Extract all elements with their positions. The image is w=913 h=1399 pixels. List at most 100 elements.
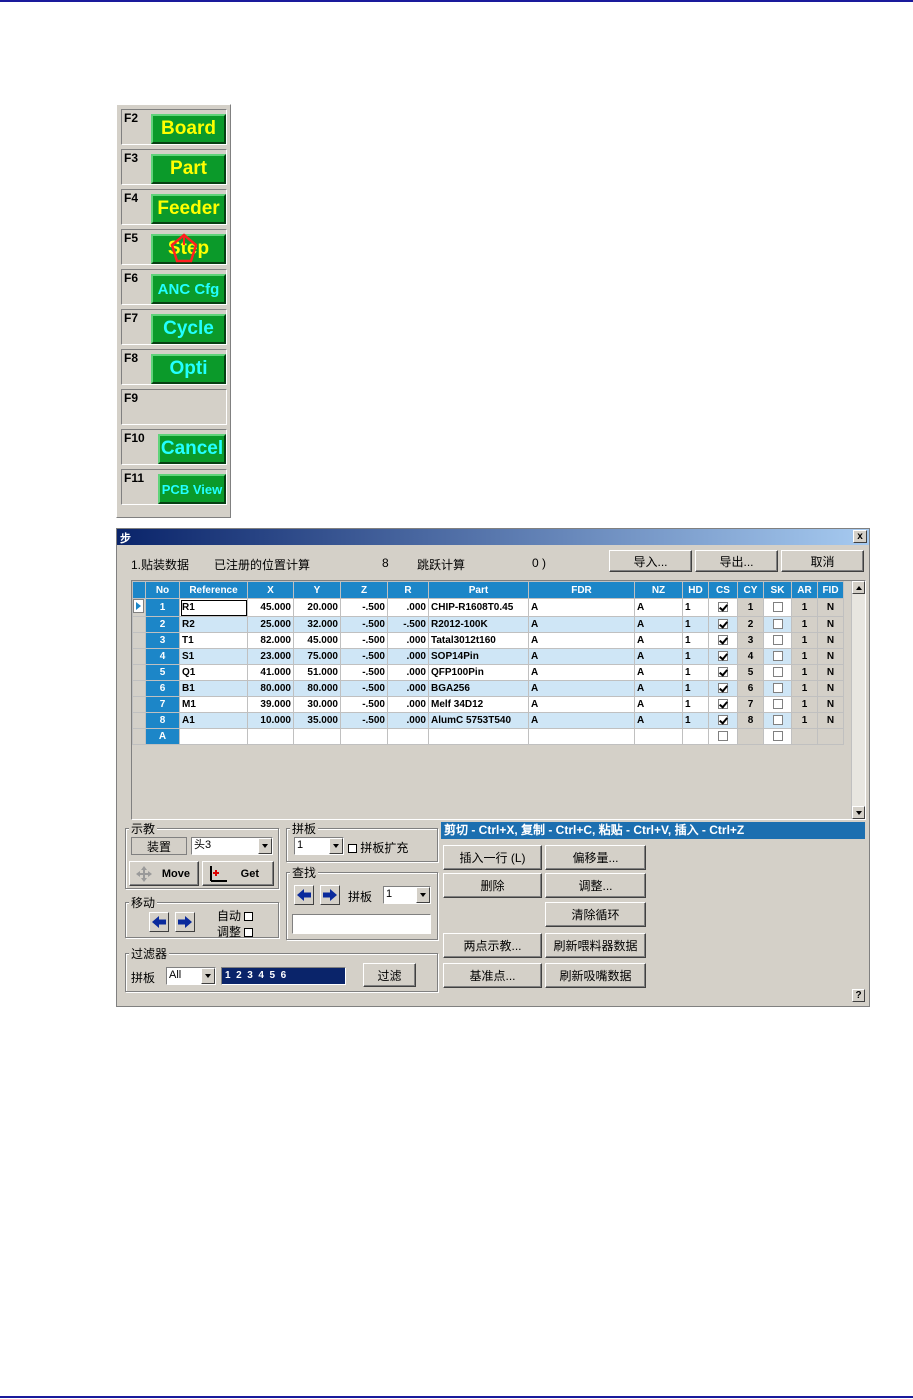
refresh-nozzle-button[interactable]: 刷新吸嘴数据 xyxy=(545,963,646,988)
column-header-reference[interactable]: Reference xyxy=(179,581,248,599)
cell-fdr[interactable]: A xyxy=(528,680,635,697)
auto-checkbox[interactable]: 自动 xyxy=(217,907,254,924)
row-indicator[interactable] xyxy=(132,664,146,681)
cell-hd[interactable]: 1 xyxy=(682,680,709,697)
cs-checkbox[interactable] xyxy=(718,667,728,678)
row-indicator[interactable] xyxy=(132,648,146,665)
cell-r[interactable]: .000 xyxy=(387,632,429,649)
cell-part[interactable]: QFP100Pin xyxy=(428,664,529,681)
table-row[interactable]: 4 S1 23.000 75.000 -.500.000 SOP14Pin A A 1 4 1 N xyxy=(132,648,844,665)
sk-checkbox[interactable] xyxy=(772,715,783,726)
cell-y[interactable]: 45.000 xyxy=(293,632,341,649)
board-button[interactable]: Board xyxy=(151,114,226,144)
insert-row-button[interactable]: 插入一行 (L) xyxy=(443,845,542,870)
import-button[interactable]: 导入... xyxy=(609,550,692,572)
cell-hd[interactable]: 1 xyxy=(682,598,709,617)
cell-sk[interactable] xyxy=(763,728,792,745)
column-header-cs[interactable]: CS xyxy=(708,581,738,599)
offset-button[interactable]: 偏移量... xyxy=(545,845,646,870)
move-right-button[interactable] xyxy=(175,912,195,932)
cell-cy[interactable]: 6 xyxy=(737,680,764,697)
cell-cs[interactable] xyxy=(708,664,738,681)
table-row[interactable]: 3 T1 82.000 45.000 -.500.000 Tatal3012t160 A A 1… xyxy=(132,632,844,649)
cell-fdr[interactable]: A xyxy=(528,598,635,617)
cell-x[interactable]: 23.000 xyxy=(247,648,294,665)
table-row[interactable]: 2 R2 25.000 32.000 -.500 -.500 R2012-100K A A 1 2 1… xyxy=(132,616,844,633)
cell-z[interactable]: -.500 xyxy=(340,632,388,649)
cs-checkbox[interactable] xyxy=(718,602,728,613)
row-indicator[interactable] xyxy=(132,632,146,649)
cell-hd[interactable]: 1 xyxy=(682,648,709,665)
cell-z[interactable]: -.500 xyxy=(340,648,388,665)
cell-ref[interactable]: B1 xyxy=(179,680,248,697)
cell-fid[interactable]: N xyxy=(817,664,844,681)
row-indicator[interactable] xyxy=(132,680,146,697)
step-button[interactable]: Step xyxy=(151,234,226,264)
cell-no[interactable]: 7 xyxy=(145,696,180,713)
cell-part[interactable]: AlumC 5753T540 xyxy=(428,712,529,729)
table-row[interactable]: 6 B1 80.000 80.000 -.500.000 BGA256 A A 1 6 1 N xyxy=(132,680,844,697)
cell-fid[interactable]: N xyxy=(817,648,844,665)
cell-cs[interactable] xyxy=(708,680,738,697)
cell-y[interactable]: 32.000 xyxy=(293,616,341,633)
pcb-view-button[interactable]: PCB View xyxy=(158,474,226,504)
cell-sk[interactable] xyxy=(763,648,792,665)
cell-y[interactable]: 80.000 xyxy=(293,680,341,697)
cell-cs[interactable] xyxy=(708,696,738,713)
cell-nz[interactable]: A xyxy=(634,680,683,697)
cell-r[interactable] xyxy=(387,728,429,745)
cell-part[interactable]: CHIP-R1608T0.45 xyxy=(428,598,529,617)
cell-cs[interactable] xyxy=(708,728,738,745)
cell-ref[interactable] xyxy=(179,728,248,745)
cell-no[interactable]: 4 xyxy=(145,648,180,665)
cell-x[interactable]: 25.000 xyxy=(247,616,294,633)
cell-cy[interactable]: 8 xyxy=(737,712,764,729)
cell-cs[interactable] xyxy=(708,616,738,633)
cell-fdr[interactable]: A xyxy=(528,664,635,681)
cell-hd[interactable]: 1 xyxy=(682,632,709,649)
cell-r[interactable]: .000 xyxy=(387,664,429,681)
cell-ar[interactable]: 1 xyxy=(791,632,818,649)
cell-y[interactable]: 51.000 xyxy=(293,664,341,681)
row-indicator[interactable] xyxy=(132,696,146,713)
cell-no[interactable]: 8 xyxy=(145,712,180,729)
cell-r[interactable]: .000 xyxy=(387,598,429,617)
cell-x[interactable]: 41.000 xyxy=(247,664,294,681)
cell-cy[interactable]: 2 xyxy=(737,616,764,633)
cell-hd[interactable]: 1 xyxy=(682,664,709,681)
sk-checkbox[interactable] xyxy=(772,651,783,662)
cs-checkbox[interactable] xyxy=(718,731,728,742)
cell-cy[interactable]: 3 xyxy=(737,632,764,649)
cell-hd[interactable]: 1 xyxy=(682,712,709,729)
cell-nz[interactable]: A xyxy=(634,712,683,729)
cs-checkbox[interactable] xyxy=(718,715,728,726)
cell-r[interactable]: .000 xyxy=(387,648,429,665)
cell-no[interactable]: 2 xyxy=(145,616,180,633)
sk-checkbox[interactable] xyxy=(772,619,783,630)
cell-y[interactable]: 30.000 xyxy=(293,696,341,713)
cell-r[interactable]: -.500 xyxy=(387,616,429,633)
cell-fid[interactable]: N xyxy=(817,696,844,713)
cell-sk[interactable] xyxy=(763,632,792,649)
cell-x[interactable]: 80.000 xyxy=(247,680,294,697)
cell-nz[interactable]: A xyxy=(634,632,683,649)
dropdown-arrow-icon[interactable] xyxy=(201,968,215,984)
column-header-no[interactable]: No xyxy=(145,581,180,599)
cell-no[interactable]: 5 xyxy=(145,664,180,681)
cell-y[interactable]: 35.000 xyxy=(293,712,341,729)
dropdown-arrow-icon[interactable] xyxy=(258,838,272,854)
cycle-button[interactable]: Cycle xyxy=(151,314,226,344)
cell-fid[interactable]: N xyxy=(817,712,844,729)
cell-cy[interactable]: 1 xyxy=(737,598,764,617)
cell-ar[interactable]: 1 xyxy=(791,616,818,633)
adjust-box[interactable] xyxy=(244,928,254,938)
row-indicator[interactable] xyxy=(132,728,146,745)
feeder-button[interactable]: Feeder xyxy=(151,194,226,224)
cell-z[interactable] xyxy=(340,728,388,745)
cell-sk[interactable] xyxy=(763,664,792,681)
cell-nz[interactable] xyxy=(634,728,683,745)
cell-ar[interactable]: 1 xyxy=(791,648,818,665)
cell-z[interactable]: -.500 xyxy=(340,712,388,729)
cell-ar[interactable] xyxy=(791,728,818,745)
cs-checkbox[interactable] xyxy=(718,683,728,694)
